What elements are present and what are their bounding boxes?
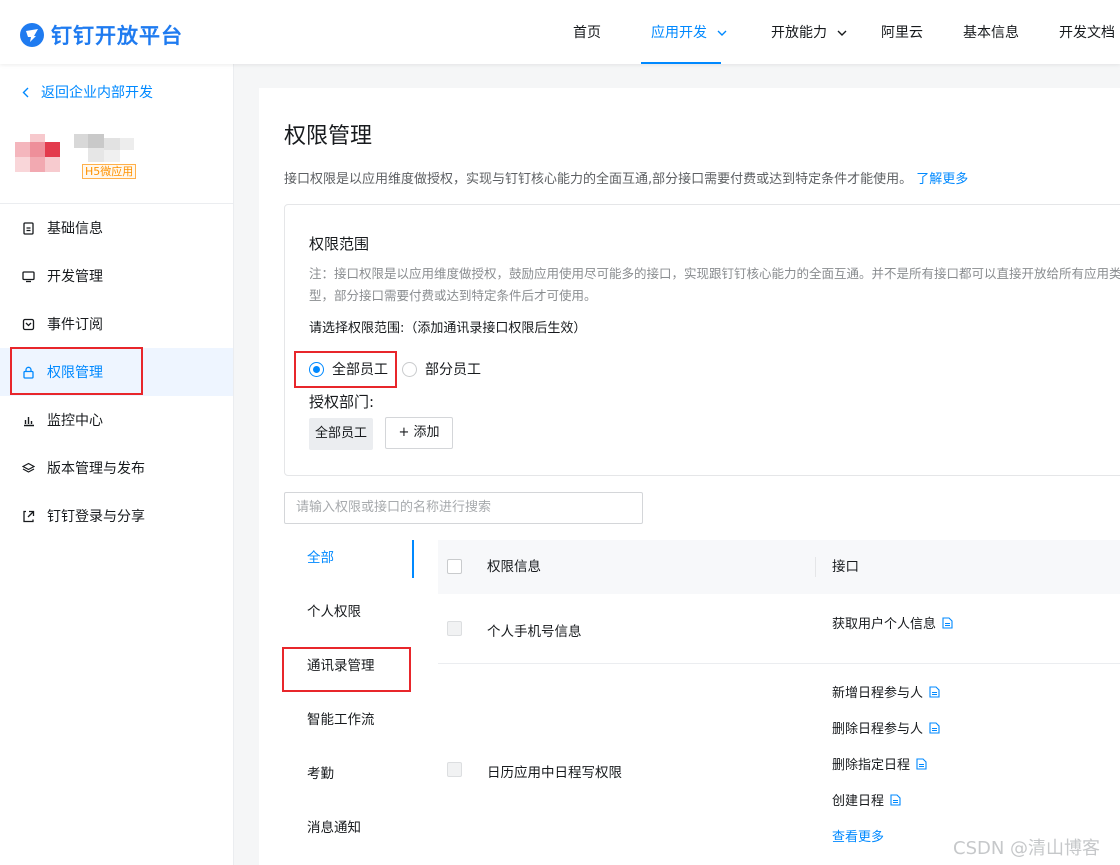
api-name: 创建日程 xyxy=(832,794,885,809)
logo[interactable]: 钉钉开放平台 xyxy=(20,20,183,50)
sidebar-item-dev-management[interactable]: 开发管理 xyxy=(0,252,233,300)
permission-name: 日历应用中日程写权限 xyxy=(487,765,622,781)
sidebar-item-label: 版本管理与发布 xyxy=(47,461,145,477)
scope-radio-group: 全部员工 部分员工 xyxy=(309,359,481,379)
nav-aliyun[interactable]: 阿里云 xyxy=(881,0,923,64)
category-all[interactable]: 全部 xyxy=(284,540,414,578)
radio-all-employees[interactable] xyxy=(309,361,324,377)
category-workflow[interactable]: 智能工作流 xyxy=(284,702,414,756)
sidebar-item-monitoring[interactable]: 监控中心 xyxy=(0,396,233,444)
nav-dev-docs[interactable]: 开发文档 xyxy=(1059,0,1115,64)
nav-basic-info-label: 基本信息 xyxy=(963,25,1019,41)
permission-name: 个人手机号信息 xyxy=(487,624,582,640)
back-link-label: 返回企业内部开发 xyxy=(41,85,153,101)
share-icon xyxy=(23,510,35,522)
category-notification[interactable]: 消息通知 xyxy=(284,810,414,864)
api-name: 新增日程参与人 xyxy=(832,686,924,701)
sidebar-item-label: 监控中心 xyxy=(47,413,103,429)
dingtalk-logo-icon xyxy=(20,23,44,47)
nav-open-capability[interactable]: 开放能力 xyxy=(771,0,847,64)
category-attendance[interactable]: 考勤 xyxy=(284,756,414,810)
nav-home[interactable]: 首页 xyxy=(573,0,601,64)
view-more-link[interactable]: 查看更多 xyxy=(832,826,884,845)
doc-link-icon xyxy=(929,721,940,734)
back-link[interactable]: 返回企业内部开发 xyxy=(22,82,153,102)
category-personal[interactable]: 个人权限 xyxy=(284,594,414,648)
column-header-permission: 权限信息 xyxy=(487,559,541,575)
main-panel: 权限管理 接口权限是以应用维度做授权，实现与钉钉核心能力的全面互通,部分接口需要… xyxy=(259,88,1120,865)
nav-app-dev-label: 应用开发 xyxy=(651,25,707,41)
permission-scope-card: 权限范围 注：接口权限是以应用维度做授权，鼓励应用使用尽可能多的接口，实现跟钉钉… xyxy=(284,204,1120,476)
sidebar-item-event-subscription[interactable]: 事件订阅 xyxy=(0,300,233,348)
category-list: 全部 个人权限 通讯录管理 智能工作流 考勤 消息通知 xyxy=(284,540,414,865)
doc-link-icon xyxy=(929,685,940,698)
sidebar-item-label: 事件订阅 xyxy=(47,317,103,333)
nav-aliyun-label: 阿里云 xyxy=(881,25,923,41)
select-all-checkbox[interactable] xyxy=(447,559,462,574)
add-dept-button[interactable]: + 添加 xyxy=(385,417,453,449)
api-link[interactable]: 获取用户个人信息 xyxy=(832,613,953,632)
sidebar-item-login-share[interactable]: 钉钉登录与分享 xyxy=(0,492,233,540)
api-link[interactable]: 删除指定日程 xyxy=(832,754,927,773)
app-avatar xyxy=(15,134,61,180)
authorized-dept-label: 授权部门: xyxy=(309,393,375,411)
app-name-blurred xyxy=(74,134,136,164)
layers-icon xyxy=(22,462,35,473)
radio-all-employees-label[interactable]: 全部员工 xyxy=(332,359,388,379)
sidebar-item-basic-info[interactable]: 基础信息 xyxy=(0,204,233,252)
chevron-down-icon xyxy=(837,30,847,36)
top-header: 钉钉开放平台 首页 应用开发 开放能力 阿里云 基本信息 开发文档 xyxy=(0,0,1120,64)
column-divider xyxy=(815,557,816,577)
radio-partial-employees-label[interactable]: 部分员工 xyxy=(425,359,481,379)
chevron-down-icon xyxy=(717,30,727,36)
watermark: CSDN @清山博客 xyxy=(953,838,1101,859)
logo-text: 钉钉开放平台 xyxy=(51,24,183,48)
api-link[interactable]: 创建日程 xyxy=(832,790,901,809)
nav-home-label: 首页 xyxy=(573,25,601,41)
doc-link-icon xyxy=(916,757,927,770)
permission-search-input[interactable]: 请输入权限或接口的名称进行搜索 xyxy=(284,492,643,524)
radio-partial-employees[interactable] xyxy=(402,361,417,377)
api-link[interactable]: 删除日程参与人 xyxy=(832,718,940,737)
doc-link-icon xyxy=(890,793,901,806)
sidebar-item-label: 基础信息 xyxy=(47,221,103,237)
nav-dev-docs-label: 开发文档 xyxy=(1059,25,1115,41)
app-type-badge: H5微应用 xyxy=(82,164,137,179)
sidebar-item-label: 权限管理 xyxy=(47,365,103,381)
monitor-icon xyxy=(22,270,35,282)
scope-note: 注：接口权限是以应用维度做授权，鼓励应用使用尽可能多的接口，实现跟钉钉核心能力的… xyxy=(309,266,1120,303)
sidebar-item-version-release[interactable]: 版本管理与发布 xyxy=(0,444,233,492)
document-icon xyxy=(23,221,34,235)
page-description-text: 接口权限是以应用维度做授权，实现与钉钉核心能力的全面互通,部分接口需要付费或达到… xyxy=(284,172,913,187)
bar-chart-icon xyxy=(24,416,34,426)
row-checkbox[interactable] xyxy=(447,621,462,636)
nav-app-dev[interactable]: 应用开发 xyxy=(641,0,727,64)
sidebar-item-permission-management[interactable]: 权限管理 xyxy=(0,348,233,396)
lock-icon xyxy=(23,366,34,379)
api-name: 获取用户个人信息 xyxy=(832,617,937,632)
page-title: 权限管理 xyxy=(284,124,373,149)
inbox-icon xyxy=(22,318,35,330)
scope-title: 权限范围 xyxy=(309,235,370,253)
doc-link-icon xyxy=(942,616,953,629)
chevron-left-icon xyxy=(22,87,29,97)
learn-more-link[interactable]: 了解更多 xyxy=(916,172,968,187)
sidebar-item-label: 钉钉登录与分享 xyxy=(47,509,145,525)
sidebar-item-label: 开发管理 xyxy=(47,269,103,285)
scope-prompt: 请选择权限范围:（添加通讯录接口权限后生效） xyxy=(309,321,587,336)
column-header-api: 接口 xyxy=(832,559,859,575)
dept-tag: 全部员工 xyxy=(309,418,373,450)
table-header: 权限信息 接口 xyxy=(438,540,1120,594)
category-contacts[interactable]: 通讯录管理 xyxy=(284,648,414,702)
table-row: 个人手机号信息 获取用户个人信息 xyxy=(438,594,1120,664)
api-link[interactable]: 新增日程参与人 xyxy=(832,682,940,701)
nav-open-capability-label: 开放能力 xyxy=(771,25,827,41)
page-description: 接口权限是以应用维度做授权，实现与钉钉核心能力的全面互通,部分接口需要付费或达到… xyxy=(284,168,968,187)
api-name: 删除日程参与人 xyxy=(832,722,924,737)
nav-basic-info[interactable]: 基本信息 xyxy=(963,0,1019,64)
sidebar: 返回企业内部开发 H5微应用 基础信息 开发管理 事件订阅 权限管理 监控中心 … xyxy=(0,64,234,865)
row-checkbox[interactable] xyxy=(447,762,462,777)
api-name: 删除指定日程 xyxy=(832,758,911,773)
